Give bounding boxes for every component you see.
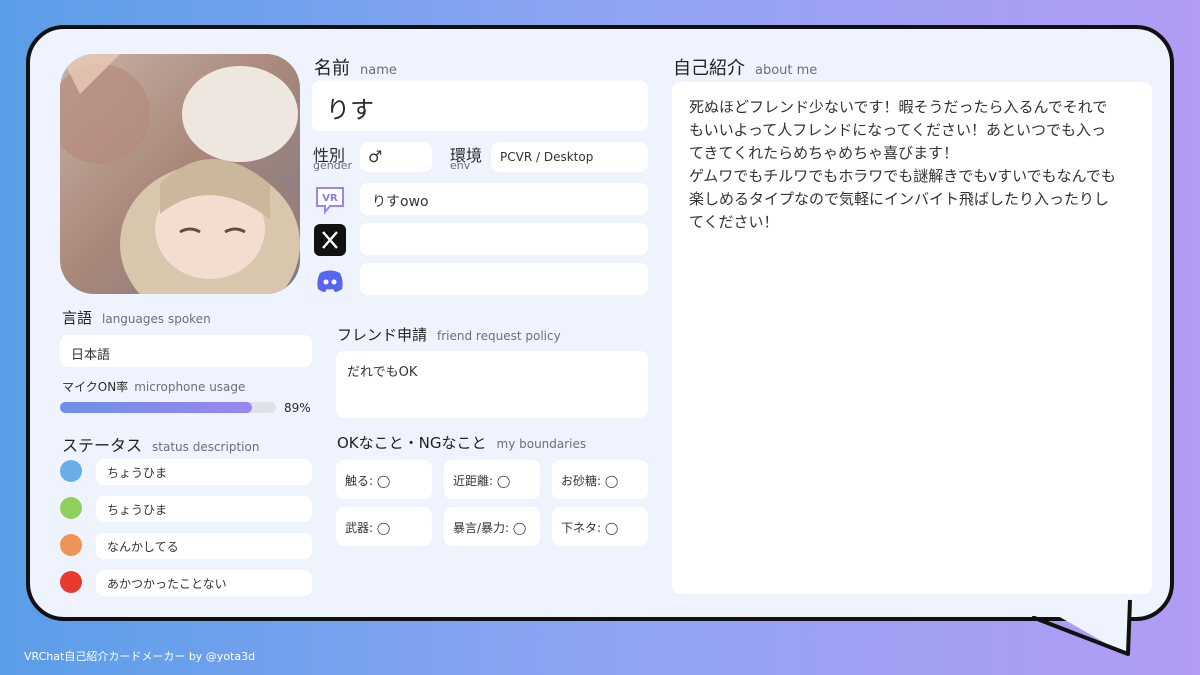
vrchat-field: りすowo xyxy=(360,183,648,215)
gender-subtitle: gender xyxy=(313,159,352,172)
x-field xyxy=(360,223,648,255)
friend-value: だれでもOK xyxy=(347,365,418,380)
mic-title: マイクON率 microphone usage xyxy=(62,380,246,394)
about-line: てきてくれたらめちゃめちゃ喜びます！ xyxy=(689,144,959,162)
status-color-dot xyxy=(60,571,82,593)
about-field: 死ぬほどフレンド少ないです！暇そうだったら入るんでそれで もいいよって人フレンドに… xyxy=(672,82,1152,594)
boundary-label: 下ネタ: ◯ xyxy=(561,521,619,535)
boundary-label: 近距離: ◯ xyxy=(453,474,511,488)
boundary-item: 下ネタ: ◯ xyxy=(552,507,648,546)
about-line: ゲムワでもチルワでもホラワでも謎解きでもvすいでもなんでも xyxy=(689,167,1116,185)
about-text: 死ぬほどフレンド少ないです！暇そうだったら入るんでそれで もいいよって人フレンドに… xyxy=(689,96,1116,234)
status-item: あかつかったことない xyxy=(96,570,312,596)
name-field: りす xyxy=(312,81,648,131)
discord-field xyxy=(360,263,648,295)
about-line: もいいよって人フレンドになってください！あといつでも入っ xyxy=(689,121,1107,139)
status-item: ちょうひま xyxy=(96,459,312,485)
boundary-label: 武器: ◯ xyxy=(345,521,391,535)
vrchat-icon: VR xyxy=(316,187,344,215)
boundary-item: 近距離: ◯ xyxy=(444,460,540,499)
status-color-dot xyxy=(60,460,82,482)
boundaries-title: OKなこと・NGなこと my boundaries xyxy=(337,434,587,452)
svg-text:VR: VR xyxy=(322,193,338,204)
env-value: PCVR / Desktop xyxy=(500,150,594,164)
env-field: PCVR / Desktop xyxy=(491,142,648,172)
gender-value: ♂ xyxy=(368,147,383,166)
status-label: なんかしてる xyxy=(107,540,179,554)
languages-title: 言語 languages spoken xyxy=(62,309,211,327)
about-line: 死ぬほどフレンド少ないです！暇そうだったら入るんでそれで xyxy=(689,98,1108,116)
name-value: りす xyxy=(326,96,374,124)
mic-usage-fill xyxy=(60,402,253,413)
status-color-dot xyxy=(60,534,82,556)
boundary-label: 暴言/暴力: ◯ xyxy=(453,521,527,535)
mic-percent: 89% xyxy=(284,401,311,415)
mic-usage-bar xyxy=(60,402,276,413)
footer-credit: VRChat自己紹介カードメーカー by @yota3d xyxy=(24,650,256,663)
status-label: あかつかったことない xyxy=(107,577,227,591)
vrchat-value: りすowo xyxy=(372,194,429,210)
boundary-item: 暴言/暴力: ◯ xyxy=(444,507,540,546)
x-icon xyxy=(314,224,346,256)
discord-icon xyxy=(317,270,343,292)
about-title: 自己紹介 about me xyxy=(673,58,818,79)
gender-field: ♂ xyxy=(360,142,432,172)
boundary-label: 触る: ◯ xyxy=(345,474,391,488)
status-color-dot xyxy=(60,497,82,519)
status-title: ステータス status description xyxy=(62,436,260,455)
about-line: 楽しめるタイプなので気軽にインバイト飛ばしたり入ったりし xyxy=(689,190,1110,208)
languages-field: 日本語 xyxy=(60,335,312,367)
speech-bubble-tail xyxy=(1030,596,1132,656)
env-subtitle: env xyxy=(450,159,471,172)
friend-field: だれでもOK xyxy=(336,351,648,418)
about-line: てください！ xyxy=(689,213,779,231)
boundary-item: 武器: ◯ xyxy=(336,507,432,546)
status-item: なんかしてる xyxy=(96,533,312,559)
boundary-item: 触る: ◯ xyxy=(336,460,432,499)
languages-value: 日本語 xyxy=(71,348,111,363)
friend-title: フレンド申請 friend request policy xyxy=(337,326,561,344)
name-title: 名前 name xyxy=(314,58,397,79)
boundary-item: お砂糖: ◯ xyxy=(552,460,648,499)
status-label: ちょうひま xyxy=(107,466,168,480)
status-label: ちょうひま xyxy=(107,503,168,517)
boundary-label: お砂糖: ◯ xyxy=(561,474,619,488)
status-item: ちょうひま xyxy=(96,496,312,522)
avatar-photo xyxy=(60,54,300,294)
